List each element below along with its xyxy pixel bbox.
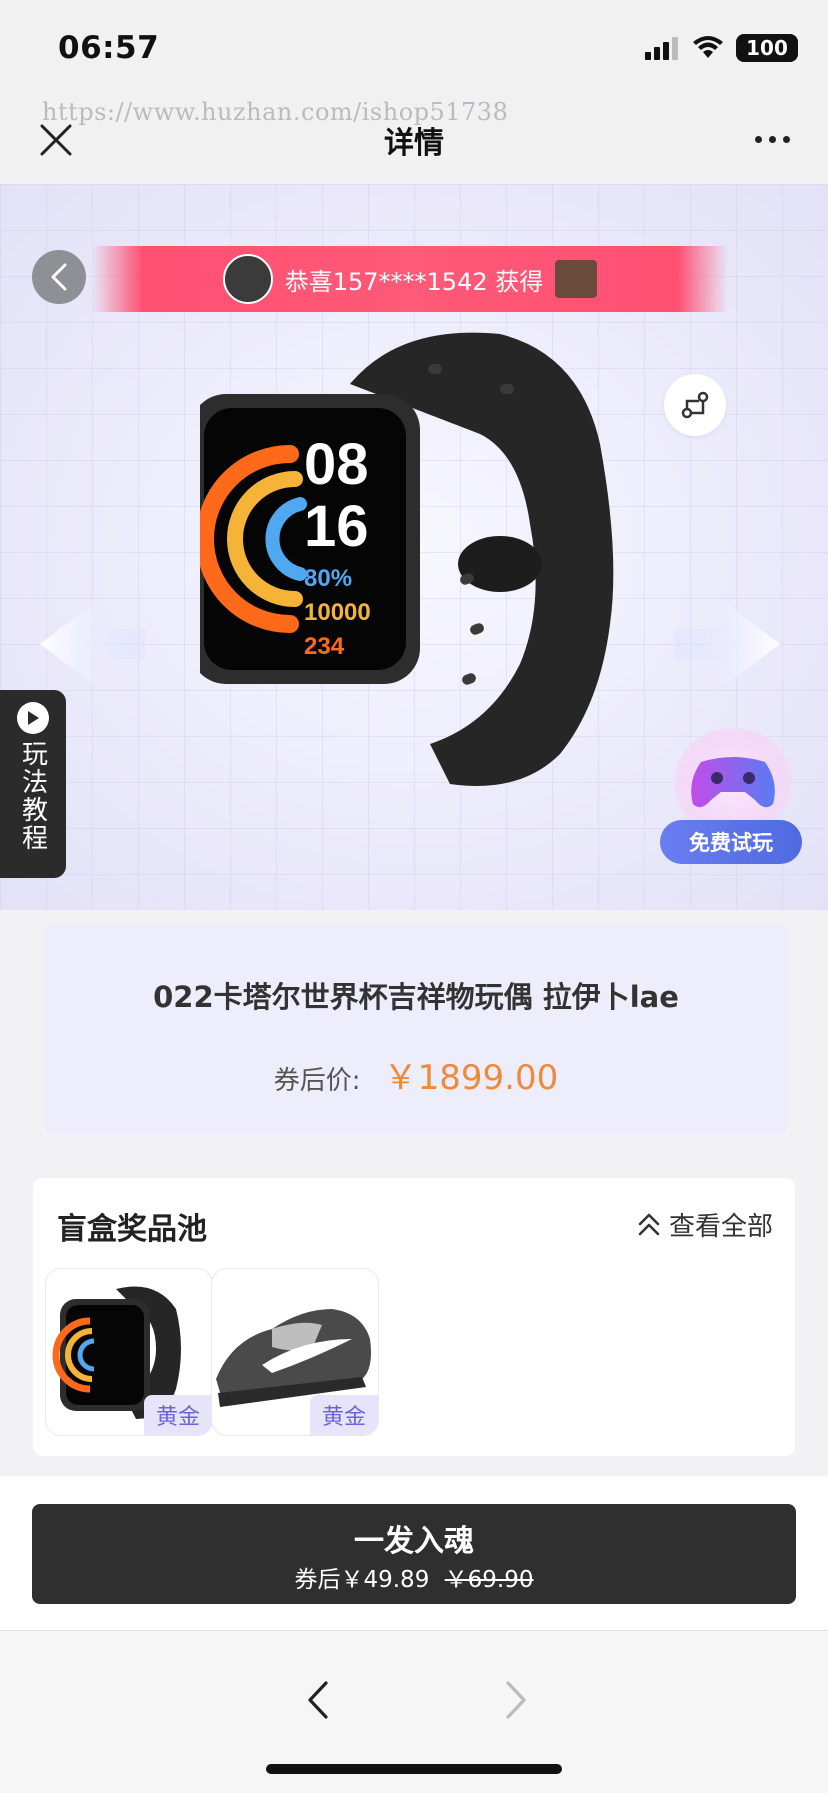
- winner-banner: 恭喜157****1542 获得: [92, 246, 728, 312]
- home-indicator: [266, 1764, 562, 1774]
- product-name: 022卡塔尔世界杯吉祥物玩偶 拉伊卜lae: [153, 980, 679, 1014]
- prize-pool: 盲盒奖品池 查看全部 黄金 黄金: [33, 1178, 795, 1456]
- chevron-up-double-icon: [638, 1213, 660, 1235]
- next-arrow-icon[interactable]: [670, 584, 790, 704]
- chevron-left-icon: [51, 263, 67, 291]
- price-row: 券后价: ￥1899.00: [44, 1050, 788, 1099]
- tutorial-label: 玩法教程: [17, 740, 48, 852]
- buy-button-label: 一发入魂: [354, 1524, 474, 1559]
- product-price: ￥1899.00: [383, 1058, 559, 1098]
- battery-indicator: 100: [736, 34, 798, 62]
- prize-tag: 黄金: [310, 1395, 378, 1435]
- prize-pool-title: 盲盒奖品池: [57, 1212, 207, 1247]
- watch-hour: 08: [304, 432, 369, 497]
- prize-thumbnail: [555, 260, 598, 298]
- footer-bar: 一发入魂 券后￥49.89 ￥69.90: [0, 1476, 828, 1630]
- coupon-price: 券后￥49.89: [294, 1567, 430, 1593]
- status-icons: 100: [644, 34, 798, 62]
- view-all-button[interactable]: 查看全部: [637, 1206, 773, 1243]
- winner-text: 恭喜157****1542 获得: [284, 267, 544, 296]
- share-icon: [681, 391, 709, 419]
- free-trial-button[interactable]: 免费试玩: [660, 820, 802, 864]
- signal-icon: [645, 37, 678, 60]
- browser-back-icon[interactable]: [298, 1675, 338, 1725]
- price-label: 券后价:: [273, 1066, 361, 1096]
- view-all-label: 查看全部: [668, 1212, 773, 1242]
- product-hero: 恭喜157****1542 获得 08 16 80% 10000 234 玩法教…: [0, 184, 828, 910]
- prize-item-sneaker[interactable]: 黄金: [211, 1268, 379, 1436]
- watch-battery: 80%: [304, 565, 352, 592]
- share-button[interactable]: [664, 374, 726, 436]
- watch-calories: 234: [304, 633, 345, 660]
- prev-arrow-icon[interactable]: [30, 584, 150, 704]
- prize-tag: 黄金: [144, 1395, 212, 1435]
- buy-button-price: 券后￥49.89 ￥69.90: [32, 1560, 796, 1594]
- wifi-icon: [693, 36, 723, 58]
- avatar: [222, 254, 273, 304]
- watch-minute: 16: [304, 494, 369, 559]
- tutorial-tab[interactable]: 玩法教程: [0, 690, 66, 878]
- buy-button[interactable]: 一发入魂 券后￥49.89 ￥69.90: [32, 1504, 796, 1604]
- product-image: 08 16 80% 10000 234: [200, 332, 614, 786]
- original-price: ￥69.90: [444, 1567, 534, 1593]
- more-icon[interactable]: [755, 136, 790, 143]
- status-time: 06:57: [58, 30, 160, 66]
- browser-forward-icon[interactable]: [496, 1675, 536, 1725]
- watch-steps: 10000: [304, 599, 371, 626]
- back-button[interactable]: [32, 250, 86, 304]
- watermark: https://www.huzhan.com/ishop51738: [42, 98, 509, 126]
- product-info-card: 022卡塔尔世界杯吉祥物玩偶 拉伊卜lae 券后价: ￥1899.00: [44, 924, 788, 1134]
- status-bar: 06:57 100: [0, 0, 828, 96]
- free-trial[interactable]: 免费试玩: [660, 728, 806, 878]
- play-icon: [17, 702, 49, 734]
- prize-item-watch[interactable]: 黄金: [45, 1268, 213, 1436]
